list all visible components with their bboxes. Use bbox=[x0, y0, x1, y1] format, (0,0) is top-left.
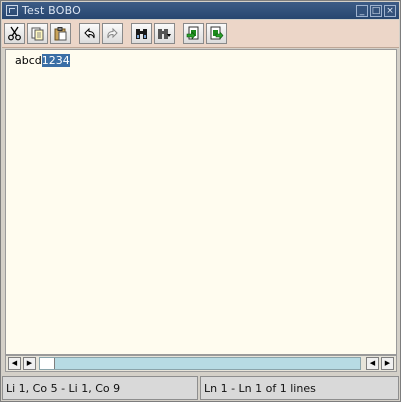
redo-icon bbox=[107, 27, 118, 39]
paste-icon bbox=[54, 27, 67, 41]
text-editor-area[interactable]: abcd1234 bbox=[5, 49, 397, 355]
undo-button[interactable] bbox=[79, 23, 100, 44]
selection-status: Li 1, Co 5 - Li 1, Co 9 bbox=[2, 376, 198, 400]
binoculars-icon bbox=[136, 29, 147, 39]
binoculars-next-icon bbox=[158, 29, 171, 39]
status-bar: Li 1, Co 5 - Li 1, Co 9 Ln 1 - Ln 1 of 1… bbox=[2, 376, 399, 400]
application-window: Test BOBO _ □ × abcd1234 ◀ ▶ ◀ ▶ Li 1, C… bbox=[0, 0, 401, 402]
find-button[interactable] bbox=[131, 23, 152, 44]
window-menu-icon[interactable] bbox=[6, 5, 18, 16]
export-button[interactable] bbox=[206, 23, 227, 44]
selected-text: 1234 bbox=[41, 54, 70, 67]
find-next-button[interactable] bbox=[154, 23, 175, 44]
line-status: Ln 1 - Ln 1 of 1 lines bbox=[200, 376, 399, 400]
title-bar[interactable]: Test BOBO _ □ × bbox=[2, 2, 399, 19]
cut-button[interactable] bbox=[4, 23, 25, 44]
toolbar bbox=[2, 20, 399, 48]
import-icon bbox=[186, 26, 199, 40]
scroll-thumb[interactable] bbox=[40, 358, 55, 369]
scroll-left-button[interactable]: ◀ bbox=[8, 357, 21, 370]
scroll-right-button-end[interactable]: ▶ bbox=[381, 357, 394, 370]
export-icon bbox=[210, 26, 224, 40]
undo-icon bbox=[84, 27, 95, 39]
editor-line-1[interactable]: abcd1234 bbox=[15, 54, 70, 67]
scroll-right-controls: ◀ ▶ bbox=[364, 357, 394, 370]
copy-icon bbox=[31, 27, 44, 41]
scroll-track[interactable] bbox=[39, 357, 361, 370]
close-button[interactable]: × bbox=[384, 4, 396, 17]
maximize-button[interactable]: □ bbox=[370, 4, 382, 17]
scissors-icon bbox=[8, 26, 21, 41]
import-button[interactable] bbox=[183, 23, 204, 44]
paste-button[interactable] bbox=[50, 23, 71, 44]
horizontal-scrollbar[interactable]: ◀ ▶ ◀ ▶ bbox=[5, 355, 397, 372]
scroll-left-button-end[interactable]: ◀ bbox=[366, 357, 379, 370]
redo-button[interactable] bbox=[102, 23, 123, 44]
window-title: Test BOBO bbox=[22, 4, 81, 17]
window-controls: _ □ × bbox=[356, 4, 396, 17]
minimize-button[interactable]: _ bbox=[356, 4, 368, 17]
copy-button[interactable] bbox=[27, 23, 48, 44]
scroll-right-button[interactable]: ▶ bbox=[23, 357, 36, 370]
editor-text: abcd bbox=[15, 54, 42, 67]
